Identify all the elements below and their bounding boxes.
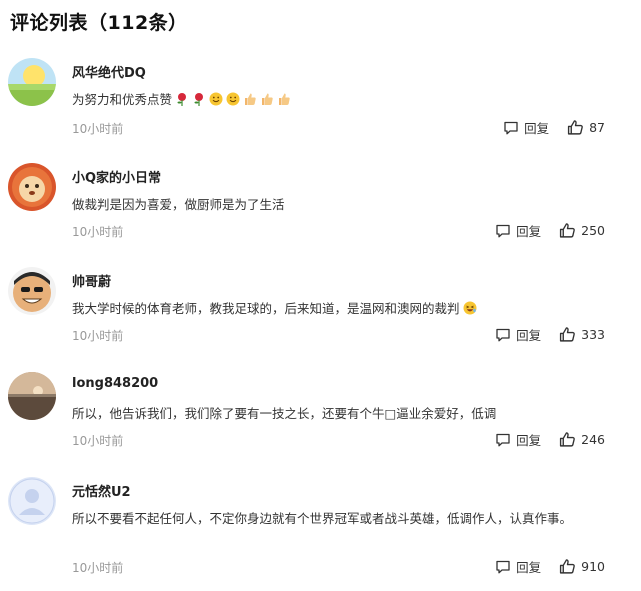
smile-emoji (206, 92, 223, 107)
like-button[interactable]: 250 (559, 222, 605, 239)
thumbs-up-emoji (274, 92, 291, 107)
thumbs-up-icon (560, 223, 575, 238)
comment-icon (496, 433, 510, 446)
thumbs-up-icon (567, 120, 583, 135)
like-count: 250 (581, 223, 605, 238)
thumbs-up-emoji (257, 92, 274, 107)
thumbs-up-icon (560, 432, 575, 447)
comment-text: 为努力和优秀点赞 (72, 88, 612, 112)
like-count: 246 (581, 432, 605, 447)
comment-icon (496, 328, 510, 341)
reply-button[interactable]: 回复 (503, 118, 549, 137)
thumbs-up-icon (560, 327, 575, 342)
like-count: 333 (581, 327, 605, 342)
thumbs-up-icon (560, 559, 575, 574)
rose-emoji (172, 92, 189, 107)
avatar[interactable] (8, 267, 56, 315)
comment-author[interactable]: 小Q家的小日常 (72, 167, 161, 186)
thumbs-up-emoji (240, 92, 257, 107)
comment-actions: 回复 250 (495, 221, 605, 240)
comment-author[interactable]: 帅哥蔚 (72, 271, 111, 290)
avatar[interactable] (8, 477, 56, 525)
like-button[interactable]: 246 (559, 431, 605, 448)
comment-time: 10小时前 (72, 122, 124, 136)
comment-time: 10小时前 (72, 225, 124, 239)
comment-text: 所以不要看不起任何人，不定你身边就有个世界冠军或者战斗英雄，低调作人，认真作事。 (72, 511, 573, 526)
avatar[interactable] (8, 163, 56, 211)
laugh-emoji (460, 301, 477, 316)
like-button[interactable]: 910 (559, 558, 605, 575)
avatar[interactable] (8, 58, 56, 106)
like-count: 910 (581, 559, 605, 574)
comment-actions: 回复 910 (495, 557, 605, 576)
avatar[interactable] (8, 372, 56, 420)
comment-icon (496, 224, 510, 237)
smile-emoji (223, 92, 240, 107)
like-button[interactable]: 333 (559, 326, 605, 343)
comment-icon (496, 560, 510, 573)
comment-time: 10小时前 (72, 561, 124, 575)
comment-time: 10小时前 (72, 434, 124, 448)
comment-list-title: 评论列表（112条） (10, 12, 188, 34)
comment-actions: 回复 87 (503, 118, 605, 137)
comment-actions: 回复 333 (495, 325, 605, 344)
comment-author[interactable]: 元恬然U2 (72, 481, 131, 500)
reply-button[interactable]: 回复 (495, 557, 541, 576)
reply-button[interactable]: 回复 (495, 430, 541, 449)
comment-icon (504, 121, 518, 134)
comment-time: 10小时前 (72, 329, 124, 343)
reply-button[interactable]: 回复 (495, 221, 541, 240)
like-count: 87 (589, 120, 605, 135)
comment-text: 所以，他告诉我们，我们除了要有一技之长，还要有个牛□逼业余爱好，低调 (72, 406, 497, 421)
comment-text: 我大学时候的体育老师，教我足球的，后来知道，是温网和澳网的裁判 (72, 297, 612, 321)
comment-text: 做裁判是因为喜爱，做厨师是为了生活 (72, 197, 285, 212)
rose-emoji (189, 92, 206, 107)
reply-button[interactable]: 回复 (495, 325, 541, 344)
comment-author[interactable]: 风华绝代DQ (72, 62, 146, 81)
comment-author[interactable]: long848200 (72, 376, 158, 391)
like-button[interactable]: 87 (567, 119, 605, 136)
comment-actions: 回复 246 (495, 430, 605, 449)
